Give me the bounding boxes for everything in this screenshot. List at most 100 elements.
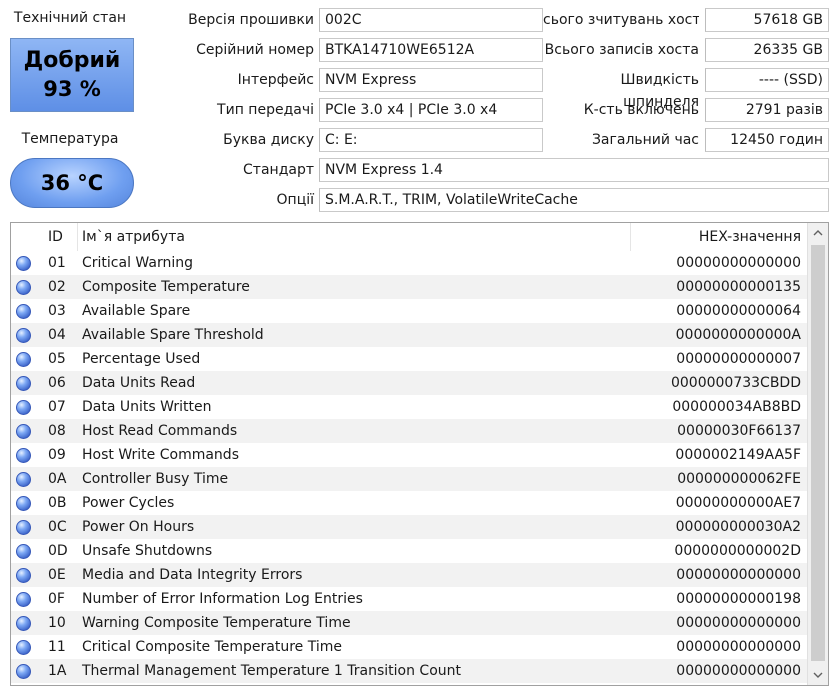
table-row[interactable]: 0F Number of Error Information Log Entrie… — [11, 587, 807, 611]
firmware-field[interactable]: 002C — [319, 8, 543, 32]
attribute-name: Critical Composite Temperature Time — [82, 639, 342, 655]
attribute-hex: 00000000000000 — [676, 639, 801, 655]
header-divider — [77, 223, 78, 251]
host-writes-field[interactable]: 26335 GB — [705, 38, 829, 62]
attribute-id: 05 — [48, 351, 66, 367]
status-dot-icon — [16, 448, 31, 463]
attribute-hex: 00000000000064 — [676, 303, 801, 319]
attribute-id: 09 — [48, 447, 66, 463]
status-dot-icon — [16, 376, 31, 391]
table-row[interactable]: 03 Available Spare 00000000000064 — [11, 299, 807, 323]
status-dot-icon — [16, 400, 31, 415]
status-dot-icon — [16, 520, 31, 535]
table-row[interactable]: 08 Host Read Commands 00000030F66137 — [11, 419, 807, 443]
status-dot-icon — [16, 472, 31, 487]
table-row[interactable]: 0A Controller Busy Time 000000000062FE — [11, 467, 807, 491]
attribute-hex: 00000000000135 — [676, 279, 801, 295]
attribute-hex: 00000000000000 — [676, 615, 801, 631]
attribute-name: Available Spare — [82, 303, 191, 319]
header-name[interactable]: Ім`я атрибута — [82, 223, 185, 251]
rotation-rate-field[interactable]: ---- (SSD) — [705, 68, 829, 92]
attribute-hex: 0000002149AA5F — [675, 447, 801, 463]
smart-attributes-table[interactable]: ID Ім`я атрибута HEX-значення 01 Critical… — [10, 222, 829, 686]
options-field[interactable]: S.M.A.R.T., TRIM, VolatileWriteCache — [319, 188, 829, 212]
attribute-name: Media and Data Integrity Errors — [82, 567, 303, 583]
attribute-hex: 00000000000000 — [676, 255, 801, 271]
table-row[interactable]: 01 Critical Warning 00000000000000 — [11, 251, 807, 275]
attribute-id: 03 — [48, 303, 66, 319]
attribute-hex: 00000000000198 — [676, 591, 801, 607]
attribute-name: Unsafe Shutdowns — [82, 543, 213, 559]
host-reads-field[interactable]: 57618 GB — [705, 8, 829, 32]
table-row[interactable]: 0B Power Cycles 00000000000AE7 — [11, 491, 807, 515]
power-hours-label: Загальний час — [591, 132, 699, 148]
status-dot-icon — [16, 304, 31, 319]
status-dot-icon — [16, 568, 31, 583]
table-row[interactable]: 10 Warning Composite Temperature Time 0000… — [11, 611, 807, 635]
table-row[interactable]: 11 Critical Composite Temperature Time 000… — [11, 635, 807, 659]
firmware-label: Версія прошивки — [188, 12, 314, 28]
transfer-mode-label: Тип передачі — [217, 102, 314, 118]
table-row[interactable]: 0D Unsafe Shutdowns 0000000000002D — [11, 539, 807, 563]
table-row[interactable]: 0E Media and Data Integrity Errors 0000000… — [11, 563, 807, 587]
attribute-id: 01 — [48, 255, 66, 271]
power-count-field[interactable]: 2791 разів — [705, 98, 829, 122]
attribute-name: Warning Composite Temperature Time — [82, 615, 351, 631]
attribute-id: 0C — [48, 519, 67, 535]
drive-letter-label: Буква диску — [223, 132, 314, 148]
power-hours-field[interactable]: 12450 годин — [705, 128, 829, 152]
attribute-name: Host Read Commands — [82, 423, 238, 439]
table-row[interactable]: 02 Composite Temperature 00000000000135 — [11, 275, 807, 299]
attribute-name: Available Spare Threshold — [82, 327, 264, 343]
serial-field[interactable]: BTKA14710WE6512A — [319, 38, 543, 62]
attribute-hex: 000000000062FE — [677, 471, 801, 487]
header-id[interactable]: ID — [48, 223, 63, 251]
attribute-name: Critical Warning — [82, 255, 193, 271]
scrollbar-thumb[interactable] — [811, 245, 825, 661]
attribute-name: Controller Busy Time — [82, 471, 229, 487]
table-row[interactable]: 06 Data Units Read 0000000733CBDD — [11, 371, 807, 395]
standard-field[interactable]: NVM Express 1.4 — [319, 158, 829, 182]
chevron-up-icon[interactable] — [808, 223, 828, 243]
table-row[interactable]: 09 Host Write Commands 0000002149AA5F — [11, 443, 807, 467]
serial-label: Серійний номер — [196, 42, 314, 58]
attribute-name: Power Cycles — [82, 495, 175, 511]
table-row[interactable]: 07 Data Units Written 000000034AB8BD — [11, 395, 807, 419]
chevron-down-icon[interactable] — [808, 665, 828, 685]
attribute-id: 1A — [48, 663, 67, 679]
attribute-id: 0F — [48, 591, 65, 607]
interface-field[interactable]: NVM Express — [319, 68, 543, 92]
attribute-name: Power On Hours — [82, 519, 195, 535]
status-dot-icon — [16, 664, 31, 679]
attribute-id: 04 — [48, 327, 66, 343]
header-hex[interactable]: HEX-значення — [699, 223, 801, 251]
attribute-name: Data Units Read — [82, 375, 196, 391]
table-scrollbar[interactable] — [807, 223, 828, 685]
attribute-name: Data Units Written — [82, 399, 212, 415]
attribute-hex: 00000000000AE7 — [675, 495, 801, 511]
host-writes-label: Всього записів хоста — [544, 42, 699, 58]
table-row[interactable]: 04 Available Spare Threshold 0000000000000… — [11, 323, 807, 347]
table-row[interactable]: 1A Thermal Management Temperature 1 Trans… — [11, 659, 807, 683]
table-header: ID Ім`я атрибута HEX-значення — [11, 223, 807, 251]
table-row[interactable]: 05 Percentage Used 00000000000007 — [11, 347, 807, 371]
attribute-id: 02 — [48, 279, 66, 295]
table-row[interactable]: 0C Power On Hours 000000000030A2 — [11, 515, 807, 539]
attribute-id: 10 — [48, 615, 66, 631]
temperature-label: Температура — [21, 131, 119, 147]
attribute-name: Number of Error Information Log Entries — [82, 591, 363, 607]
attribute-hex: 00000000000007 — [676, 351, 801, 367]
attribute-hex: 00000000000000 — [676, 567, 801, 583]
host-reads-label: сього зчитувань хоста — [543, 12, 699, 28]
attribute-id: 06 — [48, 375, 66, 391]
health-status-box[interactable]: Добрий 93 % — [10, 38, 134, 112]
attribute-id: 0D — [48, 543, 68, 559]
status-dot-icon — [16, 424, 31, 439]
interface-label: Інтерфейс — [237, 72, 314, 88]
temperature-box[interactable]: 36 °C — [10, 158, 134, 208]
drive-letter-field[interactable]: C: E: — [319, 128, 543, 152]
transfer-mode-field[interactable]: PCIe 3.0 x4 | PCIe 3.0 x4 — [319, 98, 543, 122]
rotation-rate-label: Швидкість шпинделя — [620, 72, 699, 110]
attribute-id: 07 — [48, 399, 66, 415]
attribute-name: Thermal Management Temperature 1 Transit… — [82, 663, 461, 679]
